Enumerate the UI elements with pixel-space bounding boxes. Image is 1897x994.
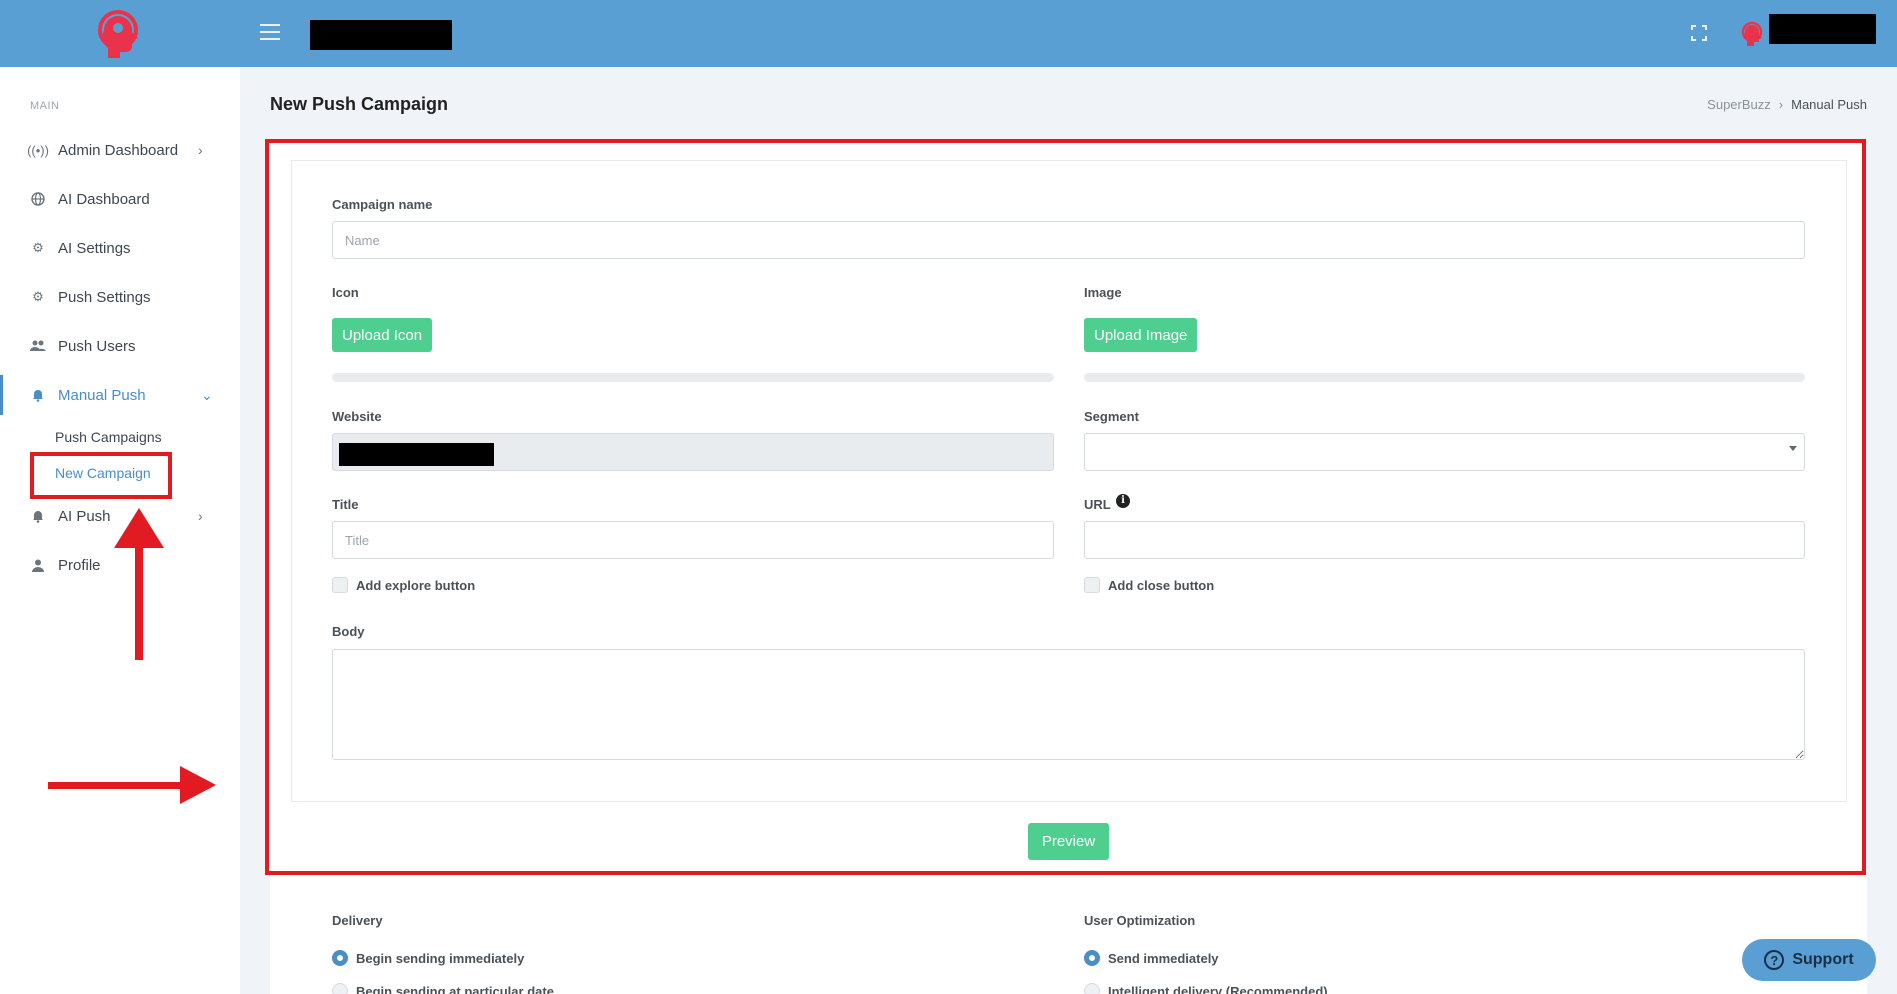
delivery-immediate-label: Begin sending immediately [356, 950, 525, 966]
sidebar-item-admin-dashboard[interactable]: ((•)) Admin Dashboard › [0, 130, 240, 170]
annotation-highlight-new-campaign [30, 452, 172, 499]
delivery-date-label: Begin sending at particular date [356, 983, 554, 994]
sidebar-item-push-settings[interactable]: ⚙ Push Settings [0, 277, 240, 317]
sidebar-item-label: AI Settings [58, 239, 131, 257]
chevron-right-icon: › [1778, 97, 1784, 112]
annotation-highlight-form [265, 139, 1866, 875]
sidebar-item-ai-dashboard[interactable]: AI Dashboard [0, 179, 240, 219]
avatar[interactable] [1740, 20, 1766, 48]
optimization-option-immediate: Send immediately [1084, 950, 1219, 966]
sidebar-item-label: Push Settings [58, 288, 151, 306]
delivery-label: Delivery [332, 913, 383, 928]
optimization-immediate-radio[interactable] [1084, 950, 1100, 966]
sidebar-item-label: Push Users [58, 337, 136, 355]
bell-ring-icon [30, 387, 46, 403]
sidebar-item-label: Manual Push [58, 386, 146, 404]
optimization-intelligent-radio[interactable] [1084, 983, 1100, 994]
sidebar-item-manual-push[interactable]: Manual Push ⌄ [0, 375, 240, 415]
annotation-arrow-right-icon [48, 766, 216, 804]
chevron-down-icon: ⌄ [201, 386, 213, 403]
gear-icon: ⚙ [32, 240, 44, 255]
user-name-redacted [1769, 14, 1876, 44]
breadcrumb-item-current: Manual Push [1791, 97, 1867, 112]
sidebar-item-ai-settings[interactable]: ⚙ AI Settings [0, 228, 240, 268]
sidebar-subitem-push-campaigns[interactable]: Push Campaigns [55, 429, 162, 445]
globe-icon [30, 191, 46, 207]
sidebar-item-label: AI Dashboard [58, 190, 150, 208]
optimization-immediate-label: Send immediately [1108, 950, 1219, 966]
sidebar-item-label: Admin Dashboard [58, 141, 179, 159]
chevron-right-icon: › [198, 508, 203, 524]
page-title: New Push Campaign [270, 94, 449, 114]
chevron-right-icon: › [198, 142, 203, 158]
menu-toggle-icon[interactable] [260, 24, 280, 40]
question-icon: ? [1764, 950, 1785, 970]
breadcrumb: SuperBuzz › Manual Push [1707, 97, 1867, 112]
delivery-option-immediate: Begin sending immediately [332, 950, 524, 966]
bell-icon [30, 508, 46, 524]
support-button[interactable]: ? Support [1742, 939, 1876, 981]
delivery-option-date: Begin sending at particular date [332, 983, 554, 994]
brand-name-redacted [310, 20, 452, 50]
breadcrumb-item-home[interactable]: SuperBuzz [1707, 97, 1771, 112]
fullscreen-icon[interactable] [1690, 24, 1708, 42]
sidebar-item-label: AI Push [58, 507, 111, 525]
top-bar [0, 0, 1897, 67]
user-optimization-label: User Optimization [1084, 913, 1196, 928]
user-icon [30, 557, 46, 573]
optimization-intelligent-label: Intelligent delivery (Recommended) [1108, 983, 1328, 994]
users-icon [30, 338, 46, 354]
support-label: Support [1792, 951, 1854, 968]
sidebar-item-push-users[interactable]: Push Users [0, 326, 240, 366]
broadcast-icon: ((•)) [27, 142, 49, 158]
sidebar-item-label: Profile [58, 556, 101, 574]
brand-logo-icon[interactable] [96, 8, 148, 60]
sidebar-section-label: MAIN [30, 100, 60, 112]
delivery-date-radio[interactable] [332, 983, 348, 994]
annotation-arrow-up-icon [114, 508, 164, 660]
optimization-option-intelligent: Intelligent delivery (Recommended) [1084, 983, 1328, 994]
delivery-immediate-radio[interactable] [332, 950, 348, 966]
gear-icon: ⚙ [32, 289, 44, 304]
